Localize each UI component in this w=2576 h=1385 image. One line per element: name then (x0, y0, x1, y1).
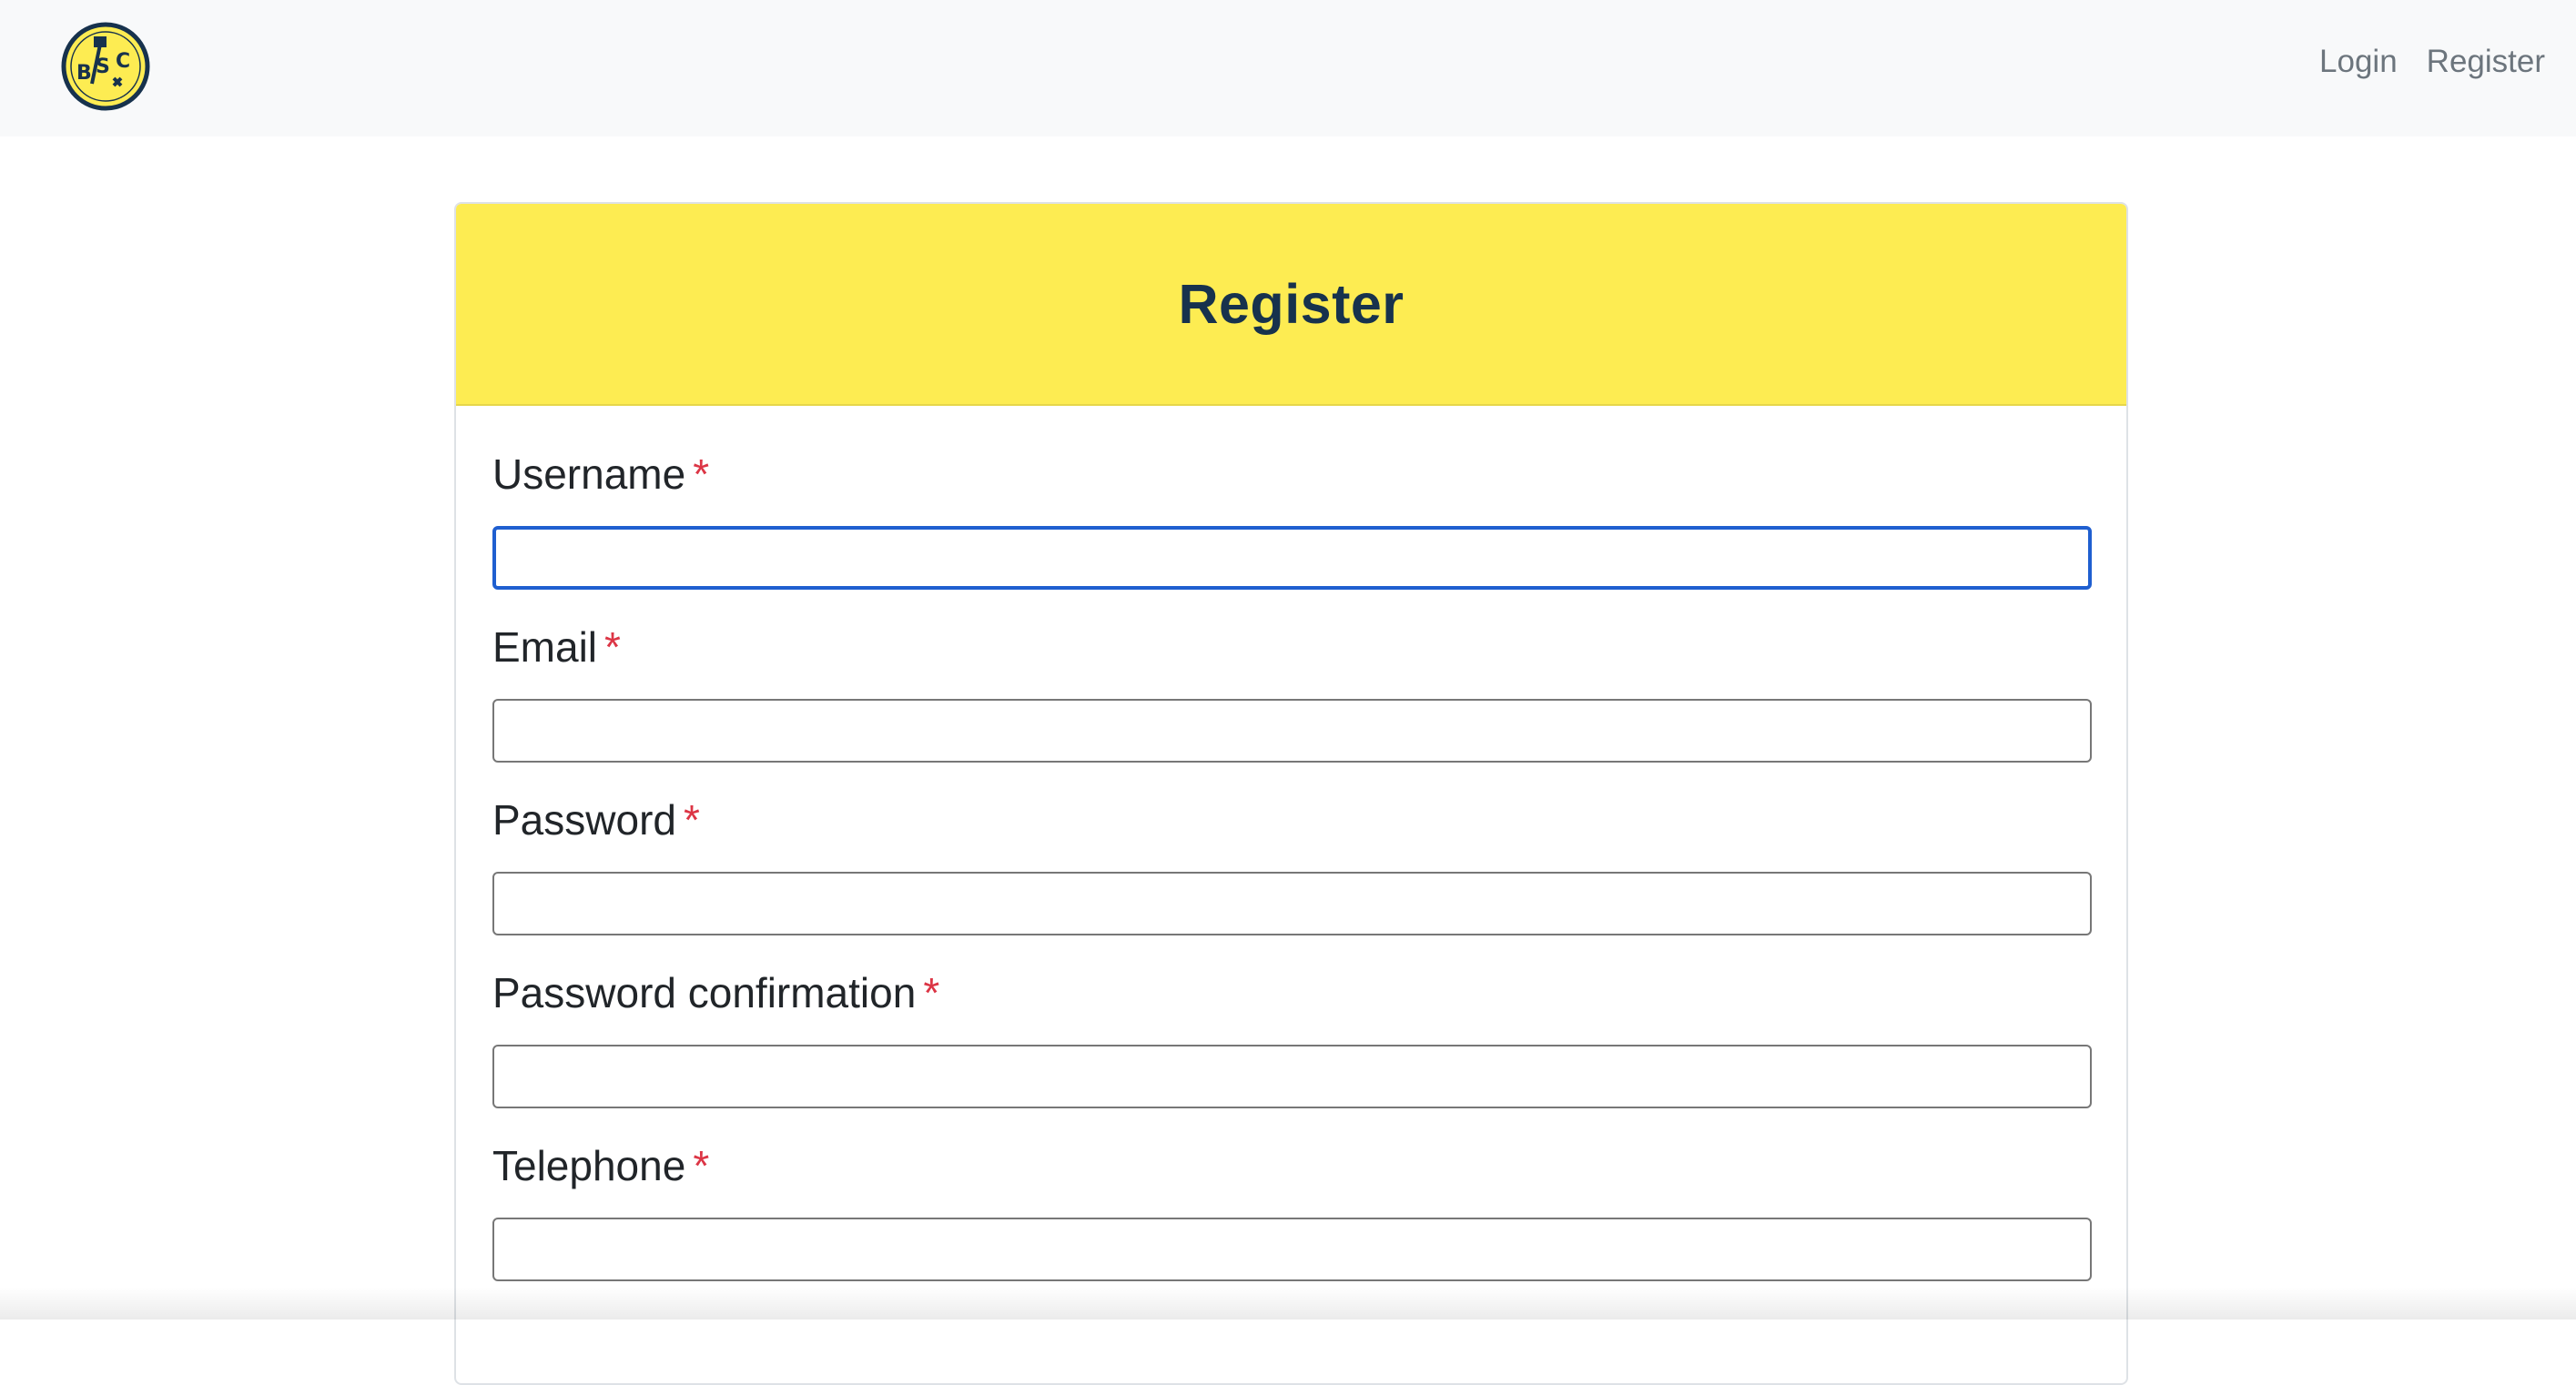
nav-register-link[interactable]: Register (2427, 36, 2545, 87)
telephone-input[interactable] (492, 1218, 2092, 1281)
required-marker: * (693, 450, 709, 498)
page-title: Register (1178, 272, 1404, 336)
svg-text:S: S (96, 56, 110, 78)
username-label: Username* (492, 450, 2090, 499)
required-marker: * (684, 796, 700, 844)
required-marker: * (693, 1142, 709, 1189)
card-header: Register (456, 204, 2126, 406)
password-input[interactable] (492, 872, 2092, 935)
username-input[interactable] (492, 526, 2092, 590)
telephone-label-text: Telephone (492, 1142, 685, 1189)
username-group: Username* (492, 450, 2090, 622)
nav-login-link[interactable]: Login (2319, 36, 2398, 87)
bottom-scroll-shadow (0, 1287, 2576, 1319)
required-marker: * (604, 623, 621, 671)
email-group: Email* (492, 622, 2090, 795)
email-label-text: Email (492, 623, 597, 671)
required-marker: * (923, 969, 939, 1016)
nav-links: Login Register (2319, 36, 2545, 87)
navbar: B S C Login Register (0, 0, 2576, 136)
telephone-label: Telephone* (492, 1141, 2090, 1190)
password-group: Password* (492, 795, 2090, 968)
svg-text:B: B (76, 62, 92, 85)
username-label-text: Username (492, 450, 685, 498)
password-confirmation-label-text: Password confirmation (492, 969, 916, 1016)
email-label: Email* (492, 622, 2090, 672)
svg-text:C: C (116, 50, 130, 73)
register-card: Register Username* Email* Password* Pass… (454, 202, 2128, 1385)
password-confirmation-group: Password confirmation* (492, 968, 2090, 1141)
password-confirmation-input[interactable] (492, 1045, 2092, 1108)
email-input[interactable] (492, 699, 2092, 763)
password-label-text: Password (492, 796, 676, 844)
password-label: Password* (492, 795, 2090, 844)
brand-logo-link[interactable]: B S C (61, 22, 150, 111)
register-form: Username* Email* Password* Password conf… (456, 406, 2126, 1314)
club-logo-icon: B S C (61, 22, 150, 111)
password-confirmation-label: Password confirmation* (492, 968, 2090, 1017)
